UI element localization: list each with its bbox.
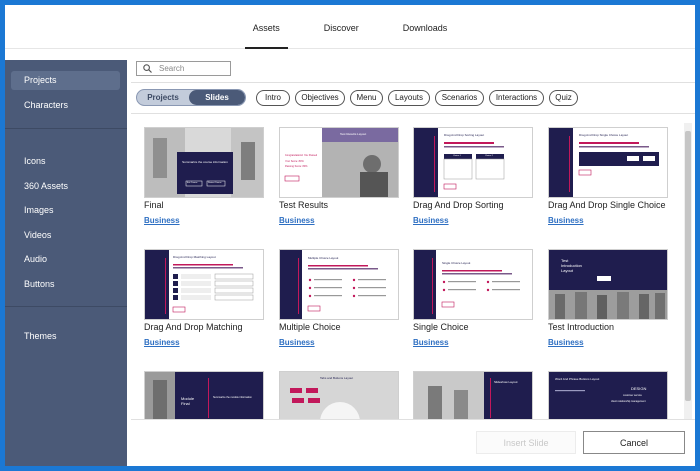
sidebar-item-characters[interactable]: Characters (11, 96, 120, 115)
slide-title: Drag And Drop Matching (144, 322, 243, 332)
thumb-text: Word And Phrase Buttons Layout (555, 377, 600, 381)
thumb-text: Your Score: 80% (285, 160, 304, 163)
tab-assets[interactable]: Assets (231, 5, 302, 49)
divider (131, 113, 695, 114)
filter-objectives[interactable]: Objectives (295, 90, 345, 106)
thumb-text: Drag And Drop Sorting Layout (444, 133, 485, 137)
sidebar-item-projects[interactable]: Projects (11, 71, 120, 90)
thumb-text: client relationship management (611, 400, 646, 403)
divider (131, 82, 695, 83)
slide-category-link[interactable]: Business (144, 216, 180, 225)
sidebar-item-images[interactable]: Images (11, 201, 120, 220)
thumb-text: Layout (561, 268, 574, 273)
slide-category-link[interactable]: Business (548, 338, 584, 347)
slide-thumbnail: Test Introduction Layout (548, 249, 668, 320)
toggle-slides[interactable]: Slides (189, 90, 245, 105)
projects-slides-toggle: Projects Slides (136, 89, 246, 106)
slide-title: Test Introduction (548, 322, 615, 332)
thumb-text: Congratulations! You Passed (285, 154, 318, 157)
sidebar-item-360-assets[interactable]: 360 Assets (11, 177, 120, 196)
slide-thumbnail: Drag And Drop Matching Layout (144, 249, 264, 320)
sidebar-item-themes[interactable]: Themes (11, 327, 120, 346)
thumb-text: Exit Course (187, 182, 198, 184)
slide-title: Drag And Drop Sorting (413, 200, 504, 210)
thumb-text: Module Final (181, 396, 194, 406)
thumb-text: Test Introduction Layout (561, 258, 582, 273)
tab-downloads[interactable]: Downloads (381, 5, 470, 49)
filter-intro[interactable]: Intro (256, 90, 290, 106)
slide-thumbnail: Multiple Choice Layout (279, 249, 399, 320)
cancel-button[interactable]: Cancel (583, 431, 685, 454)
slide-thumbnail: Drag And Drop Single Choice Layout (548, 127, 668, 198)
thumb-text: Choice 2 (485, 155, 493, 157)
thumb-text: customer service (623, 394, 642, 397)
scrollbar-thumb[interactable] (685, 131, 691, 401)
slide-category-link[interactable]: Business (413, 216, 449, 225)
thumb-text: Restart Course (208, 182, 222, 184)
thumb-text: Summarize the course information (182, 160, 228, 164)
filter-interactions[interactable]: Interactions (489, 90, 544, 106)
slide-title: Single Choice (413, 322, 469, 332)
slide-thumbnail: Tabs and Buttons Layout (279, 371, 399, 419)
thumb-text: Drag And Drop Matching Layout (173, 255, 216, 259)
toggle-projects[interactable]: Projects (137, 90, 189, 105)
sidebar: Projects Characters Icons 360 Assets Ima… (5, 60, 127, 466)
search-input[interactable]: Search (136, 61, 231, 76)
thumb-text: Passing Score: 80% (285, 165, 308, 168)
filter-quiz[interactable]: Quiz (549, 90, 578, 106)
sidebar-item-buttons[interactable]: Buttons (11, 275, 120, 294)
thumb-text: Multiple Choice Layout (308, 256, 339, 260)
tab-discover[interactable]: Discover (302, 5, 381, 49)
thumb-text: Choice 1 (453, 155, 461, 157)
slide-category-link[interactable]: Business (144, 338, 180, 347)
filter-menu[interactable]: Menu (350, 90, 383, 106)
slides-grid: Summarize the course information Exit Co… (131, 117, 683, 419)
thumb-text: DESIGN (631, 386, 647, 391)
top-nav: Assets Discover Downloads (5, 5, 695, 49)
scrollbar[interactable] (684, 123, 692, 419)
slide-category-link[interactable]: Business (279, 338, 315, 347)
thumb-text: Single Choice Layout (442, 261, 471, 265)
slide-thumbnail: Module Final Summarize the module inform… (144, 371, 264, 419)
slide-thumbnail: Single Choice Layout (413, 249, 533, 320)
slide-title: Multiple Choice (279, 322, 341, 332)
slide-thumbnail: Drag And Drop Sorting Layout Choice 1 Ch… (413, 127, 533, 198)
slide-thumbnail: Test Results Layout Congratulations! You… (279, 127, 399, 198)
thumb-text: Slideshow Layout (494, 380, 518, 384)
sidebar-divider (5, 128, 127, 129)
thumb-text: Summarize the module information (213, 396, 252, 399)
search-placeholder: Search (159, 64, 185, 73)
divider (131, 419, 695, 420)
slide-title: Drag And Drop Single Choice (548, 200, 666, 210)
sidebar-item-videos[interactable]: Videos (11, 226, 120, 245)
search-icon (143, 64, 152, 73)
slide-category-link[interactable]: Business (279, 216, 315, 225)
thumb-text: Tabs and Buttons Layout (320, 376, 354, 380)
slide-category-link[interactable]: Business (413, 338, 449, 347)
asset-dialog: Assets Discover Downloads Projects Chara… (5, 5, 695, 466)
filter-layouts[interactable]: Layouts (388, 90, 430, 106)
slide-category-link[interactable]: Business (548, 216, 584, 225)
insert-slide-button[interactable]: Insert Slide (476, 431, 576, 454)
thumb-text: Drag And Drop Single Choice Layout (579, 133, 629, 137)
sidebar-item-icons[interactable]: Icons (11, 152, 120, 171)
slide-thumbnail: Summarize the course information Exit Co… (144, 127, 264, 198)
slide-thumbnail: Word And Phrase Buttons Layout DESIGN cu… (548, 371, 668, 419)
filter-scenarios[interactable]: Scenarios (435, 90, 484, 106)
thumb-text: Final (181, 401, 190, 406)
sidebar-divider (5, 306, 127, 307)
thumb-text: Test Results Layout (340, 132, 367, 136)
slide-thumbnail: Slideshow Layout (413, 371, 533, 419)
sidebar-item-audio[interactable]: Audio (11, 250, 120, 269)
slide-title: Final (144, 200, 164, 210)
slide-title: Test Results (279, 200, 329, 210)
